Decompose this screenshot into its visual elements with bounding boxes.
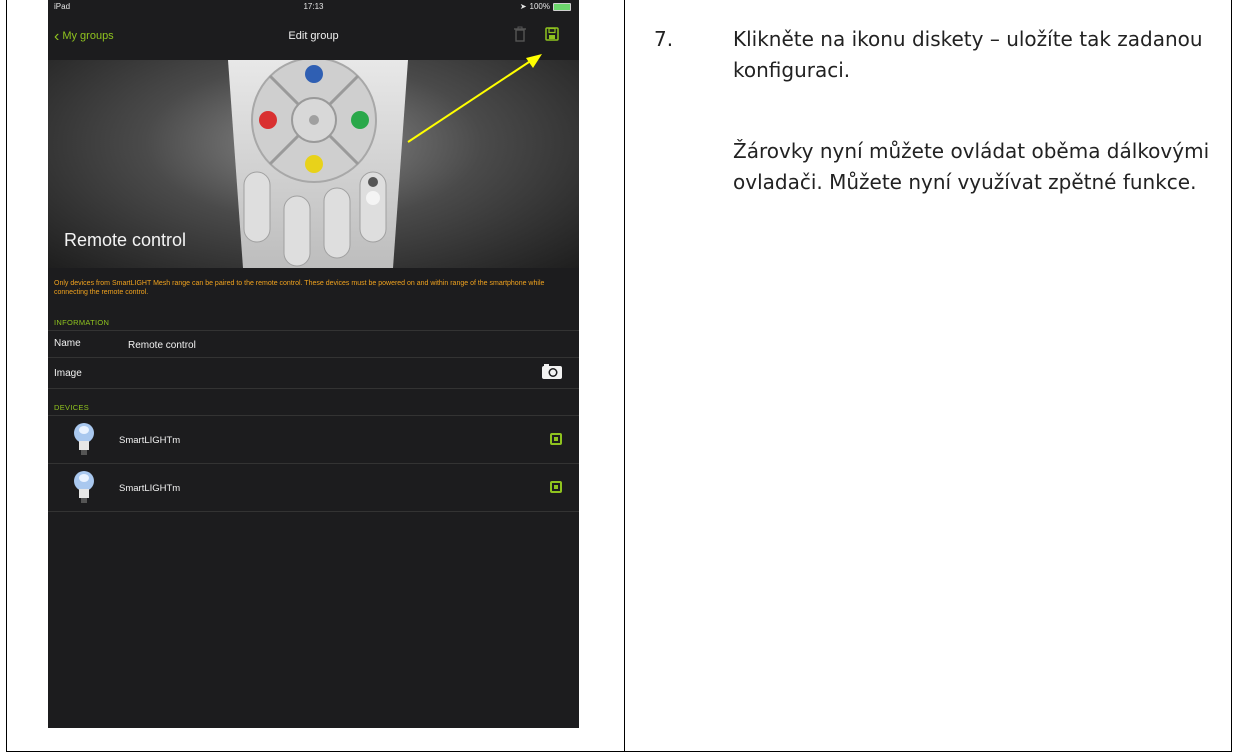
bulb-icon [74, 471, 94, 503]
step-text: Klikněte na ikonu diskety – uložíte tak … [733, 27, 1203, 82]
column-divider [624, 0, 625, 752]
name-value[interactable]: Remote control [128, 340, 196, 351]
devices-section-label: DEVICES [54, 403, 90, 412]
status-right: ➤ 100% [520, 2, 571, 11]
location-icon: ➤ [519, 2, 527, 11]
battery-percent: 100% [529, 2, 550, 11]
image-row[interactable]: Image [48, 358, 579, 388]
result-paragraph: Žárovky nyní můžete ovládat oběma dálkov… [733, 139, 1210, 194]
floppy-disk-save-icon[interactable] [545, 27, 559, 41]
trash-icon[interactable] [513, 26, 527, 42]
status-time: 17:13 [303, 2, 324, 11]
name-row[interactable]: Name Remote control [48, 331, 579, 357]
device-row[interactable]: SmartLIGHTm [48, 464, 579, 510]
hero-title: Remote control [64, 230, 187, 250]
information-section-label: INFORMATION [54, 318, 110, 327]
device-name: SmartLIGHTm [119, 483, 181, 494]
divider [48, 511, 579, 512]
camera-icon[interactable] [541, 362, 563, 380]
divider [48, 388, 579, 389]
image-key: Image [54, 368, 82, 379]
status-bar: iPad 17:13 ➤ 100% [48, 0, 579, 14]
name-key: Name [54, 338, 81, 349]
bulb-icon [74, 423, 94, 455]
nav-title: Edit group [288, 30, 339, 42]
device-name: SmartLIGHTm [119, 435, 181, 446]
step-number: 7. [654, 27, 674, 51]
pairing-notice: Only devices from SmartLIGHT Mesh range … [54, 280, 545, 296]
battery-icon [553, 2, 571, 11]
ipad-screenshot: iPad 17:13 ➤ 100% Remote control ‹ My gr… [48, 0, 579, 728]
hero-image: Remote control [48, 60, 579, 268]
device-row[interactable]: SmartLIGHTm [48, 416, 579, 462]
device-checkbox[interactable] [550, 433, 562, 445]
device-checkbox[interactable] [550, 481, 562, 493]
